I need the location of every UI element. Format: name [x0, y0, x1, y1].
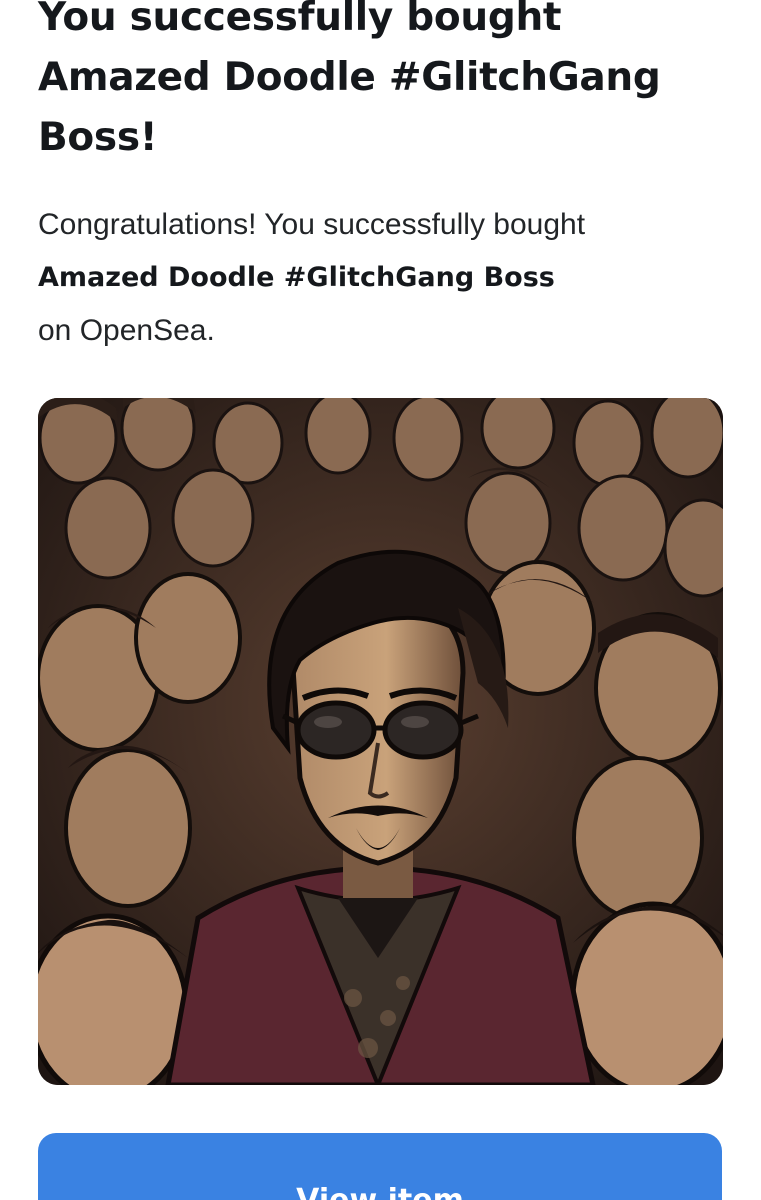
page-title: You successfully bought Amazed Doodle #G…: [38, 0, 661, 160]
purchase-success-page: You successfully bought Amazed Doodle #G…: [0, 0, 761, 1200]
nft-artwork: [38, 398, 723, 1085]
item-name: Amazed Doodle #GlitchGang Boss: [38, 262, 555, 293]
success-message: Congratulations! You successfully bought…: [38, 198, 728, 357]
message-prefix: Congratulations! You successfully bought: [38, 208, 586, 241]
view-item-button[interactable]: View item: [38, 1133, 722, 1200]
nft-image: [38, 398, 723, 1085]
message-suffix: on OpenSea.: [38, 314, 215, 347]
